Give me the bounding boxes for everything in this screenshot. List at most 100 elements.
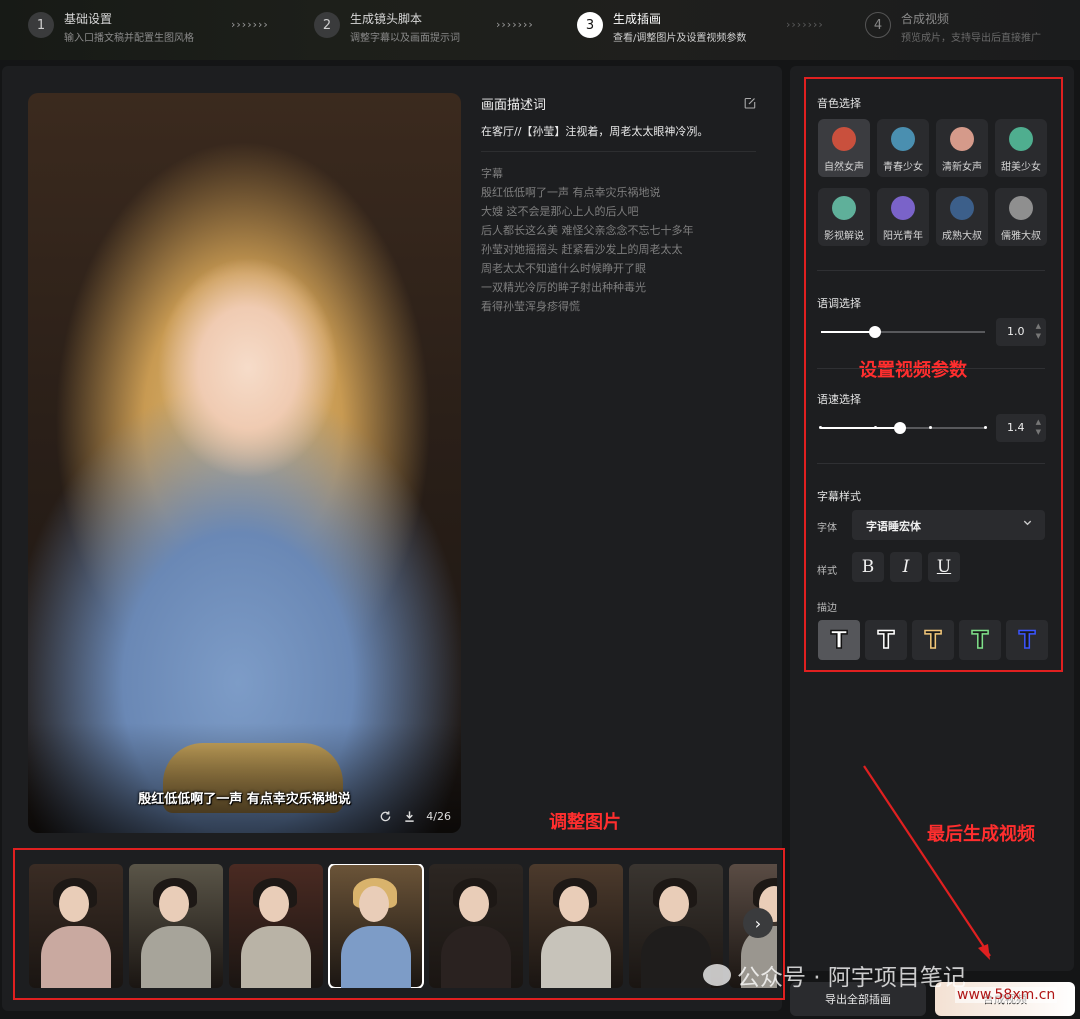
voice-label: 成熟大叔	[942, 231, 982, 242]
step-number: 1	[28, 12, 54, 38]
voice-avatar-icon	[1009, 196, 1033, 220]
thumbnail[interactable]	[529, 864, 623, 988]
thumbnail-figure	[41, 926, 111, 988]
stroke-label: 描边	[817, 603, 837, 614]
voice-avatar-icon	[891, 196, 915, 220]
voice-avatar-icon	[832, 127, 856, 151]
speed-value: 1.4	[1007, 421, 1025, 434]
subtitle-line: 孙莹对她摇摇头 赶紧看沙发上的周老太太	[481, 243, 683, 256]
wechat-icon	[703, 964, 731, 986]
chevron-right-icon: ›	[754, 913, 762, 933]
pitch-slider-knob[interactable]	[869, 326, 882, 338]
font-select[interactable]: 字语睡宏体	[852, 510, 1045, 540]
stepper-arrows-icon[interactable]: ▲ ▼	[1036, 321, 1041, 341]
divider	[817, 463, 1045, 464]
voice-option[interactable]: 影视解说	[818, 188, 870, 246]
speed-stepper[interactable]: 1.4 ▲ ▼	[996, 414, 1046, 442]
italic-button[interactable]: I	[890, 552, 922, 582]
voice-option[interactable]: 清新女声	[936, 119, 988, 177]
voice-option[interactable]: 自然女声	[818, 119, 870, 177]
voice-option[interactable]: 儒雅大叔	[995, 188, 1047, 246]
voice-label: 儒雅大叔	[1001, 231, 1041, 242]
thumbnail-list	[29, 864, 777, 988]
step-desc: 预览成片，支持导出后直接推广	[901, 33, 1041, 44]
subtitle-lines[interactable]: 殷红低低啊了一声 有点幸灾乐祸地说 大嫂 这不会是那心上人的后人吧 后人都长这么…	[481, 183, 756, 316]
speed-tick	[984, 426, 987, 429]
subtitle-line: 大嫂 这不会是那心上人的后人吧	[481, 205, 639, 218]
stroke-option[interactable]: T	[818, 620, 860, 660]
image-counter: 4/26	[426, 809, 451, 823]
voice-label: 影视解说	[824, 231, 864, 242]
voice-option[interactable]: 青春少女	[877, 119, 929, 177]
stroke-option[interactable]: T	[1006, 620, 1048, 660]
voice-label: 阳光青年	[883, 231, 923, 242]
preview-controls: 4/26	[378, 809, 451, 823]
thumbnail-figure	[159, 886, 189, 922]
subtitle-line: 一双精光冷厉的眸子射出种种毒光	[481, 281, 646, 294]
stroke-option[interactable]: T	[912, 620, 954, 660]
annotation-arrow-icon	[863, 765, 991, 960]
thumbnail-figure	[141, 926, 211, 988]
thumbnail-figure	[541, 926, 611, 988]
thumbnail[interactable]	[129, 864, 223, 988]
download-icon[interactable]	[402, 809, 416, 823]
thumbnail[interactable]	[328, 864, 424, 988]
subtitle-heading: 字幕	[481, 167, 503, 180]
thumbnail-figure	[259, 886, 289, 922]
speed-slider-knob[interactable]	[893, 422, 906, 434]
speed-tick	[819, 426, 822, 429]
regenerate-icon[interactable]	[378, 809, 392, 823]
voice-avatar-icon	[950, 127, 974, 151]
annotation-set-params: 设置视频参数	[859, 360, 967, 381]
style-label: 样式	[817, 566, 837, 577]
thumbnail-figure	[441, 926, 511, 988]
progress-stepper: 1 基础设置 输入口播文稿并配置生图风格 ››››››› 2 生成镜头脚本 调整…	[0, 0, 1080, 60]
subtitle-style-title: 字幕样式	[817, 490, 861, 503]
voice-option[interactable]: 阳光青年	[877, 188, 929, 246]
speed-slider-fill	[821, 427, 900, 429]
underline-button[interactable]: U	[928, 552, 960, 582]
thumbnail[interactable]	[29, 864, 123, 988]
step-number: 4	[865, 12, 891, 38]
voice-option[interactable]: 甜美少女	[995, 119, 1047, 177]
step-title: 生成插画	[613, 12, 662, 26]
subtitle-line: 周老太太不知道什么时候睁开了眼	[481, 262, 646, 275]
site-watermark: www.58xm.cn	[955, 987, 1058, 1003]
bold-button[interactable]: B	[852, 552, 884, 582]
thumbnail-figure	[659, 886, 689, 922]
subtitle-line: 后人都长这么美 难怪父亲念念不忘七十多年	[481, 224, 694, 237]
voice-label: 青春少女	[883, 162, 923, 173]
thumbnail-figure	[359, 886, 389, 922]
step-arrows: ›››››››	[231, 18, 269, 31]
divider	[817, 270, 1045, 271]
edit-icon[interactable]	[744, 94, 756, 113]
step-title: 基础设置	[64, 12, 113, 26]
pitch-stepper[interactable]: 1.0 ▲ ▼	[996, 318, 1046, 346]
font-value: 字语睡宏体	[866, 520, 921, 533]
voice-avatar-icon	[891, 127, 915, 151]
thumbnail-figure	[641, 926, 711, 988]
pitch-value: 1.0	[1007, 325, 1025, 338]
watermark-text: 公众号 · 阿宇项目笔记	[737, 965, 966, 991]
preview-image[interactable]: 殷红低低啊了一声 有点幸灾乐祸地说 4/26	[28, 93, 461, 833]
subtitle-line: 看得孙莹浑身疹得慌	[481, 300, 580, 313]
stroke-option[interactable]: T	[865, 620, 907, 660]
thumbnail-figure	[559, 886, 589, 922]
subtitle-line: 殷红低低啊了一声 有点幸灾乐祸地说	[481, 186, 661, 199]
font-label: 字体	[817, 523, 837, 534]
next-thumbnails-button[interactable]: ›	[743, 908, 773, 938]
voice-label: 自然女声	[824, 162, 864, 173]
speed-tick	[929, 426, 932, 429]
thumbnail[interactable]	[429, 864, 523, 988]
voice-option[interactable]: 成熟大叔	[936, 188, 988, 246]
stroke-option[interactable]: T	[959, 620, 1001, 660]
thumbnail[interactable]	[229, 864, 323, 988]
divider	[817, 368, 1045, 369]
speed-title: 语速选择	[817, 393, 861, 406]
description-text[interactable]: 在客厅//【孙莹】注视着，周老太太眼神冷冽。	[481, 124, 756, 152]
thumbnail-figure	[459, 886, 489, 922]
step-arrows: ›››››››	[786, 18, 824, 31]
stepper-arrows-icon[interactable]: ▲ ▼	[1036, 417, 1041, 437]
step-title: 生成镜头脚本	[350, 12, 423, 26]
voice-label: 清新女声	[942, 162, 982, 173]
